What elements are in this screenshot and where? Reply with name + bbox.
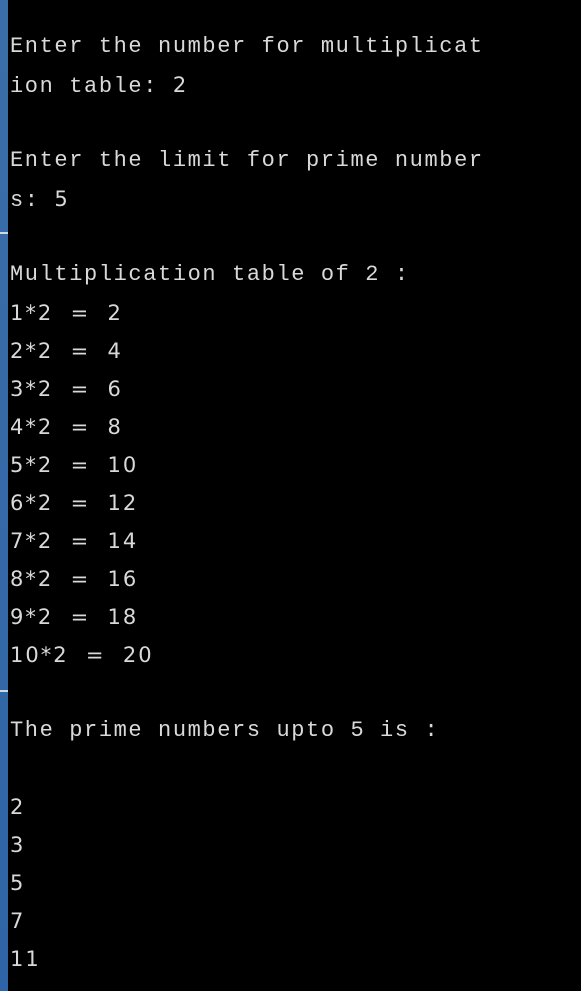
window-edge-marker bbox=[0, 232, 8, 234]
table-row: 8*2 = 16 bbox=[10, 567, 139, 591]
table-row: 5*2 = 10 bbox=[10, 453, 139, 477]
prime-numbers-heading: The prime numbers upto 5 is : bbox=[10, 718, 440, 743]
prompt-prime-line1: Enter the limit for prime number bbox=[10, 148, 484, 173]
window-edge-accent bbox=[0, 0, 8, 991]
prime-list-item: 3 bbox=[10, 833, 26, 857]
window-edge-marker bbox=[0, 690, 8, 692]
table-row: 2*2 = 4 bbox=[10, 339, 123, 363]
prime-list-item: 11 bbox=[10, 947, 41, 971]
table-row: 9*2 = 18 bbox=[10, 605, 139, 629]
table-row: 7*2 = 14 bbox=[10, 529, 139, 553]
prompt-prime-label: s: bbox=[10, 188, 55, 213]
table-row: 3*2 = 6 bbox=[10, 377, 123, 401]
prompt-multiplication-line1: Enter the number for multiplicat bbox=[10, 34, 484, 59]
console-output: Enter the number for multiplicat ion tab… bbox=[10, 28, 581, 978]
prime-list-item: 2 bbox=[10, 795, 26, 819]
table-row: 1*2 = 2 bbox=[10, 301, 123, 325]
prompt-prime-value: 5 bbox=[54, 187, 70, 211]
prompt-multiplication-label: ion table: bbox=[10, 74, 173, 99]
table-row: 6*2 = 12 bbox=[10, 491, 139, 515]
table-row: 10*2 = 20 bbox=[10, 643, 154, 667]
prime-list-item: 7 bbox=[10, 909, 26, 933]
prompt-multiplication-value: 2 bbox=[172, 73, 189, 97]
prompt-prime-line2: s: 5 bbox=[10, 180, 581, 218]
table-row: 4*2 = 8 bbox=[10, 415, 123, 439]
prime-list-item: 5 bbox=[10, 871, 26, 895]
prompt-multiplication-line2: ion table: 2 bbox=[10, 66, 581, 104]
multiplication-table-heading: Multiplication table of 2 : bbox=[10, 262, 410, 287]
